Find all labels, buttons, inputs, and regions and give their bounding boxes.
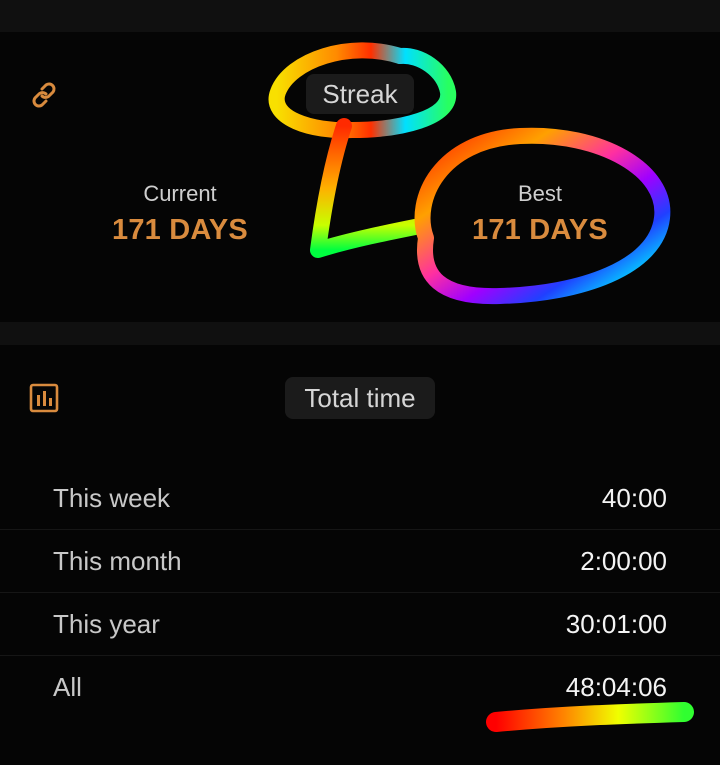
link-icon <box>32 82 56 108</box>
current-streak-value: 171 DAYS <box>112 214 248 246</box>
streak-title-chip: Streak <box>306 74 414 114</box>
row-label: This year <box>53 608 160 639</box>
best-streak-value: 171 DAYS <box>472 214 608 246</box>
row-label: This month <box>53 545 182 576</box>
total-time-title: Total time <box>304 382 416 413</box>
section-divider <box>0 322 720 345</box>
list-item-all: All 48:04:06 <box>0 656 720 718</box>
list-item-this-week: This week 40:00 <box>0 467 720 530</box>
streak-title: Streak <box>322 78 398 109</box>
row-value: 40:00 <box>601 482 667 513</box>
list-item-this-year: This year 30:01:00 <box>0 593 720 656</box>
best-streak-label: Best <box>517 181 563 206</box>
total-time-list: This week 40:00 This month 2:00:00 This … <box>0 467 720 718</box>
row-value: 2:00:00 <box>580 545 667 576</box>
list-item-this-month: This month 2:00:00 <box>0 530 720 593</box>
top-band <box>0 0 720 32</box>
row-label: This week <box>53 482 171 513</box>
row-value: 48:04:06 <box>565 671 667 702</box>
row-label: All <box>53 671 82 702</box>
current-streak-label: Current <box>143 181 217 206</box>
bar-chart-icon <box>29 383 59 413</box>
row-value: 30:01:00 <box>565 608 667 639</box>
total-time-title-chip: Total time <box>285 377 435 419</box>
